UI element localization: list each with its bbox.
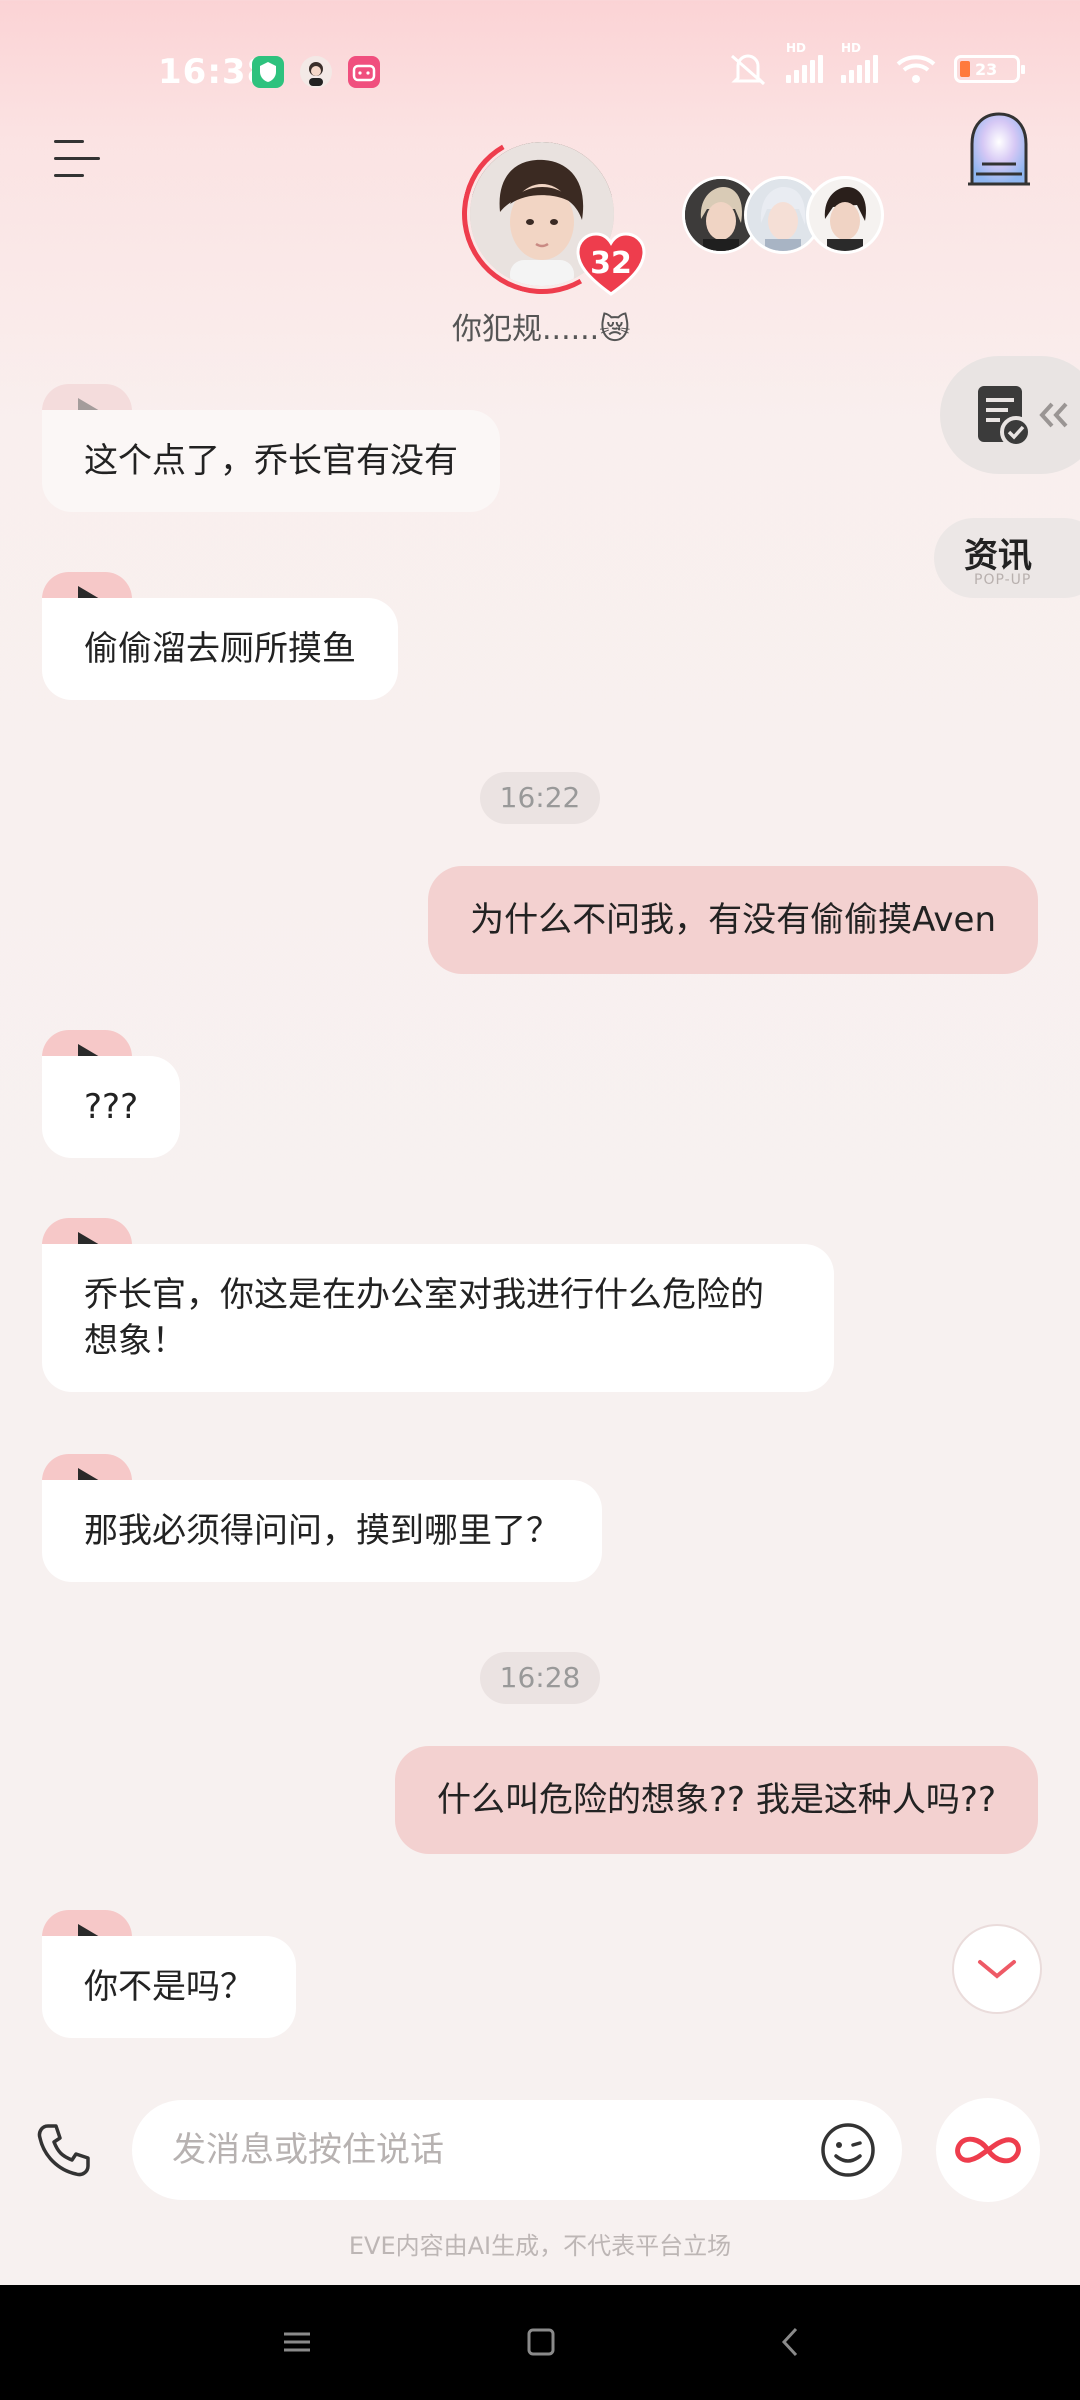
emoji-icon: [821, 2123, 875, 2177]
news-label: 资讯: [964, 536, 1032, 576]
task-icon: [978, 386, 1068, 448]
chevron-down-icon: [978, 1960, 1016, 1979]
ai-features-button[interactable]: [936, 2098, 1040, 2202]
battery-level: 23: [975, 59, 998, 79]
affinity-badge: 32: [576, 232, 646, 296]
status-bar: 16:38 HD HD 23: [0, 0, 1080, 140]
time-divider: 16:22: [480, 772, 600, 824]
character-status: 你犯规......😿: [452, 312, 631, 347]
network-label-1: HD: [786, 41, 807, 55]
other-characters[interactable]: [682, 176, 884, 254]
ai-disclaimer: EVE内容由AI生成，不代表平台立场: [348, 2232, 732, 2260]
message-user[interactable]: 为什么不问我，有没有偷偷摸Aven: [428, 866, 1038, 974]
menu-icon: [54, 140, 84, 143]
mini-avatar-3[interactable]: [806, 176, 884, 254]
time-divider: 16:28: [480, 1652, 600, 1704]
portal-icon: [968, 112, 1030, 186]
call-button[interactable]: [34, 2120, 94, 2180]
nav-home-icon: [527, 2328, 555, 2356]
wifi-icon: [896, 55, 936, 83]
message-text: 那我必须得问问，摸到哪里了？: [42, 1480, 602, 1582]
scroll-to-bottom-button[interactable]: [952, 1924, 1042, 2014]
news-sublabel: POP-UP: [974, 572, 1032, 588]
signal-icon: [786, 55, 823, 83]
bilibili-app-icon: [348, 56, 380, 88]
message-user[interactable]: 什么叫危险的想象?? 我是这种人吗??: [395, 1746, 1038, 1854]
battery-icon: 23: [954, 55, 1025, 83]
news-button[interactable]: 资讯 POP-UP: [934, 518, 1080, 598]
infinity-icon: [955, 2136, 1021, 2164]
character-avatar[interactable]: 32: [444, 116, 646, 312]
menu-button[interactable]: [54, 140, 100, 180]
task-button[interactable]: [940, 356, 1080, 474]
nav-back-button[interactable]: [766, 2317, 816, 2367]
network-label-2: HD: [841, 41, 862, 55]
emoji-button[interactable]: [818, 2120, 878, 2180]
nav-menu-button[interactable]: [272, 2317, 322, 2367]
message-input[interactable]: [172, 2124, 772, 2176]
status-indicators: HD HD 23: [728, 41, 1025, 86]
phone-icon: [37, 2124, 90, 2177]
nav-back-icon: [781, 2327, 798, 2357]
message-text: 偷偷溜去厕所摸鱼: [42, 598, 398, 700]
nav-menu-icon: [284, 2332, 310, 2352]
signal-icon-2: [841, 55, 878, 83]
message-text: 乔长官，你这是在办公室对我进行什么危险的想象！: [42, 1244, 834, 1392]
nav-home-button[interactable]: [516, 2317, 566, 2367]
security-app-icon: [252, 56, 284, 88]
affinity-level: 32: [590, 246, 632, 281]
input-bar: [0, 2080, 1080, 2220]
system-nav-bar: [0, 2285, 1080, 2400]
message-text: ???: [42, 1056, 181, 1158]
message-input-container[interactable]: [132, 2100, 902, 2200]
avatar-app-icon: [300, 56, 332, 88]
portal-button[interactable]: [962, 110, 1036, 190]
message-text: 你不是吗？: [42, 1936, 296, 2038]
mute-icon: [731, 54, 765, 86]
message-text: 这个点了，乔长官有没有: [42, 410, 500, 512]
